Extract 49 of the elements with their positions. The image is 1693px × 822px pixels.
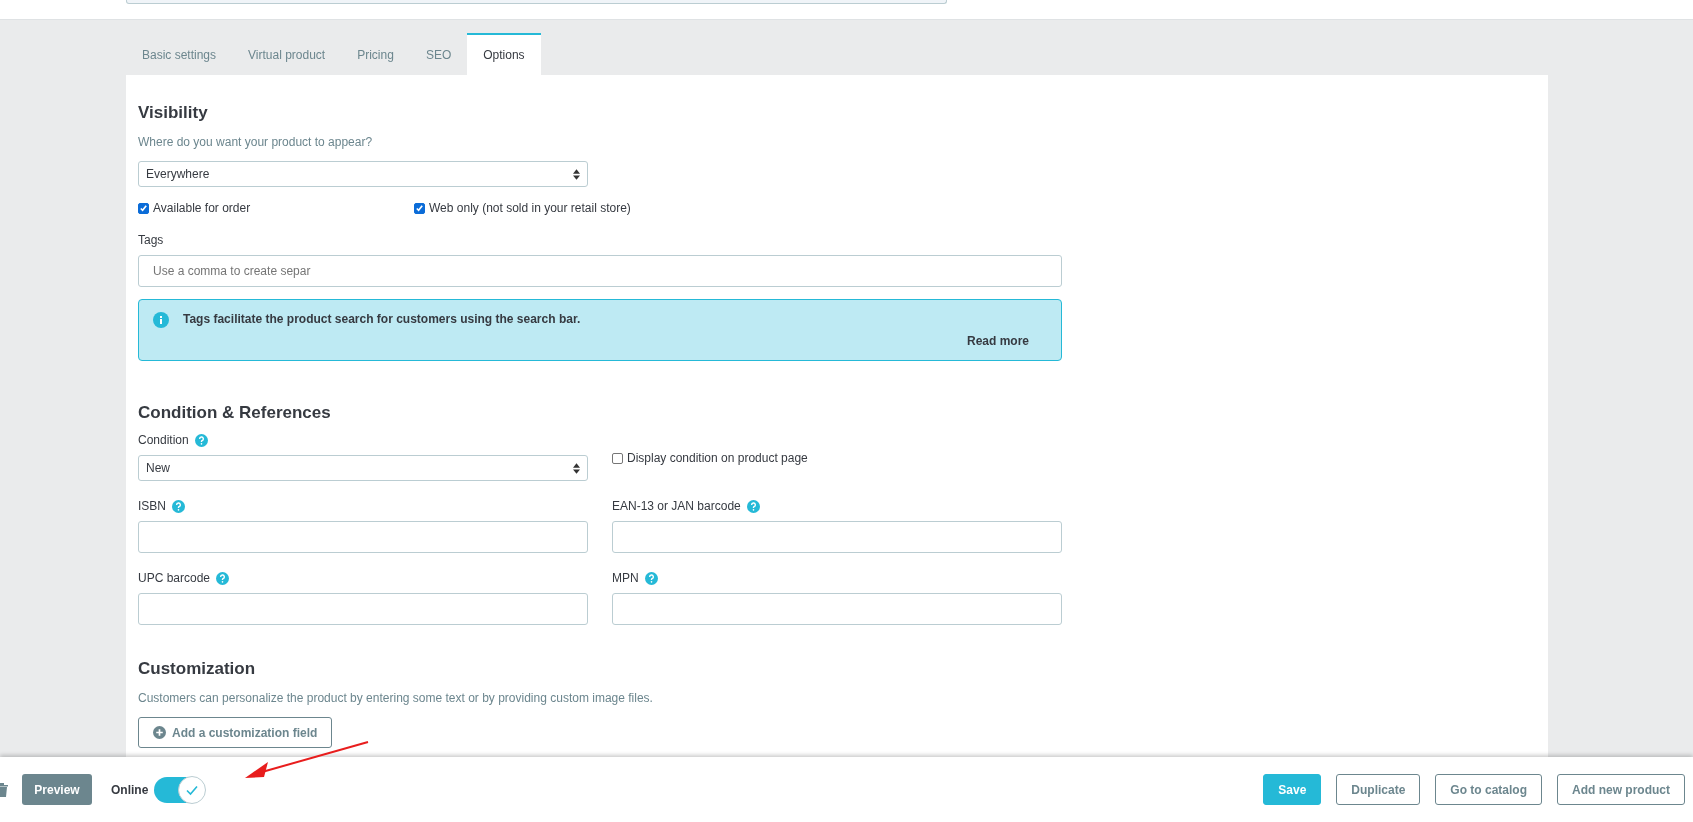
preview-button[interactable]: Preview: [22, 774, 92, 805]
section-hint: Customers can personalize the product by entering some text or by providing custom image files.: [138, 691, 654, 705]
tab[interactable]: Pricing: [341, 33, 410, 75]
tab[interactable]: SEO: [409, 33, 468, 75]
field-label: MPN: [612, 571, 639, 585]
tags-input-field[interactable]: Use a comma to create separ: [138, 255, 1062, 287]
footer-button[interactable]: Save: [1263, 774, 1322, 805]
field-label: UPC barcode: [138, 571, 211, 585]
section-title: Customization: [138, 659, 257, 679]
sort-arrows-icon: [573, 462, 580, 474]
section-title: Visibility: [138, 103, 209, 123]
add-customization-button[interactable]: Add a customization field: [138, 717, 333, 748]
text-input-field[interactable]: [138, 593, 588, 625]
read-more-link[interactable]: Read more: [966, 334, 1029, 348]
tab[interactable]: Options: [467, 33, 541, 75]
help-icon[interactable]: [644, 571, 658, 585]
checkbox[interactable]: [138, 202, 149, 214]
footer-button[interactable]: Duplicate: [1336, 774, 1421, 805]
text-input-field[interactable]: [612, 521, 1062, 553]
help-icon[interactable]: [746, 499, 760, 513]
online-label: Online: [111, 782, 149, 797]
checkbox[interactable]: [612, 452, 623, 464]
alert-text: Tags facilitate the product search for customers using the search bar.: [183, 312, 582, 326]
online-toggle[interactable]: [154, 776, 205, 803]
plus-circle-icon: [153, 726, 166, 739]
condition-select[interactable]: New: [138, 455, 588, 481]
tab[interactable]: Basic settings: [126, 33, 233, 75]
visibility-select[interactable]: Everywhere: [138, 161, 588, 187]
field-label: Tags: [138, 233, 165, 247]
field-label: Condition: [138, 433, 189, 447]
field-label: ISBN: [138, 499, 166, 513]
checkbox-label: Display condition on product page: [627, 451, 808, 465]
checkbox-label: Available for order: [153, 201, 251, 215]
footer-button[interactable]: Add new product: [1557, 774, 1685, 805]
section-hint: Where do you want your product to appear?: [138, 135, 374, 149]
text-input-field[interactable]: [138, 521, 588, 553]
text-input-field[interactable]: [612, 593, 1062, 625]
sort-arrows-icon: [573, 168, 580, 180]
help-icon[interactable]: [194, 433, 208, 447]
help-icon[interactable]: [216, 571, 230, 585]
section-title: Condition & References: [138, 403, 332, 423]
info-icon: [153, 312, 169, 328]
help-icon[interactable]: [172, 499, 185, 513]
trash-icon[interactable]: [0, 782, 8, 797]
tab[interactable]: Virtual product: [232, 33, 342, 75]
checkbox-label: Web only (not sold in your retail store): [429, 201, 631, 215]
field-label: EAN-13 or JAN barcode: [612, 499, 741, 513]
checkbox[interactable]: [414, 202, 425, 214]
footer-button[interactable]: Go to catalog: [1435, 774, 1542, 805]
